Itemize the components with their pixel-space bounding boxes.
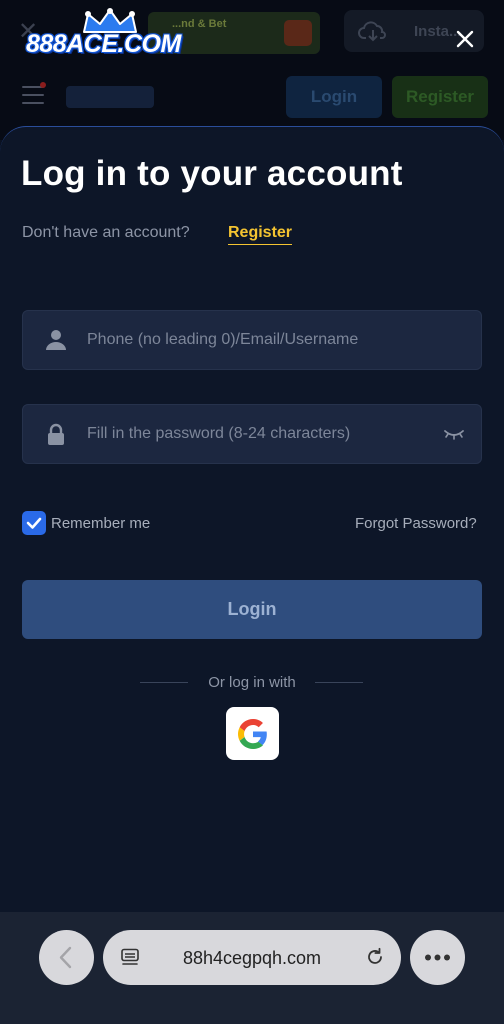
checkmark-icon [26,517,42,529]
address-bar[interactable]: 88h4cegpqh.com [103,930,401,985]
cloud-download-icon [358,21,386,42]
google-icon [238,719,267,749]
password-field[interactable] [22,404,482,464]
no-account-text: Don't have an account? [22,224,190,241]
close-icon[interactable] [448,22,482,56]
menu-icon [22,86,44,104]
back-button[interactable] [39,930,94,985]
password-input[interactable] [87,405,427,463]
header-logo [66,86,154,108]
url-text: 88h4cegpqh.com [182,948,322,968]
user-icon [46,330,66,350]
notification-dot [40,82,46,88]
remember-checkbox[interactable] [22,511,46,535]
eye-closed-icon[interactable] [443,427,465,441]
username-field[interactable] [22,310,482,370]
header-register-button: Register [392,76,488,118]
remember-label: Remember me [51,515,151,532]
reload-icon[interactable] [365,947,385,967]
more-button[interactable] [410,930,465,985]
page-title: Log in to your account [21,154,403,193]
forgot-password-link[interactable]: Forgot Password? [355,515,477,532]
gift-icon [284,20,312,46]
chevron-left-icon [59,946,72,969]
or-login-with: Or log in with [208,674,296,691]
username-input[interactable] [87,311,427,369]
register-link[interactable]: Register [228,224,293,245]
login-button[interactable]: Login [22,580,482,639]
header-login-button: Login [286,76,382,118]
more-icon [425,954,450,961]
brand-wordmark: 888ACE.COM [26,30,181,58]
brand-logo: 888ACE.COM [26,8,182,66]
lock-icon [48,423,64,445]
google-login-button[interactable] [226,707,279,760]
